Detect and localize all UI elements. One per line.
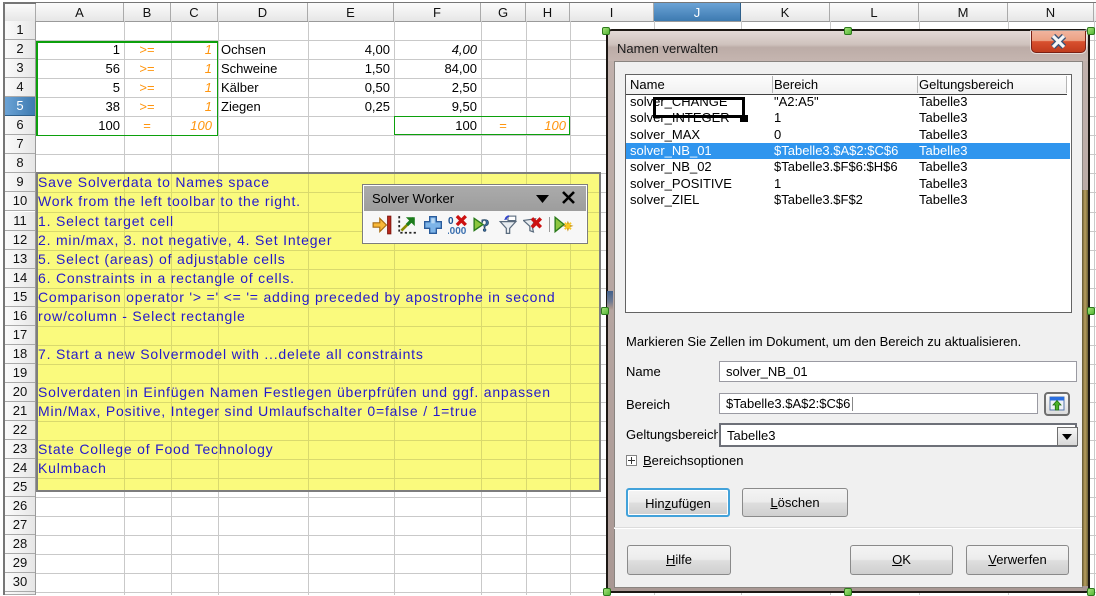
svg-text:.000: .000: [448, 226, 467, 235]
svg-text:?: ?: [481, 216, 490, 235]
